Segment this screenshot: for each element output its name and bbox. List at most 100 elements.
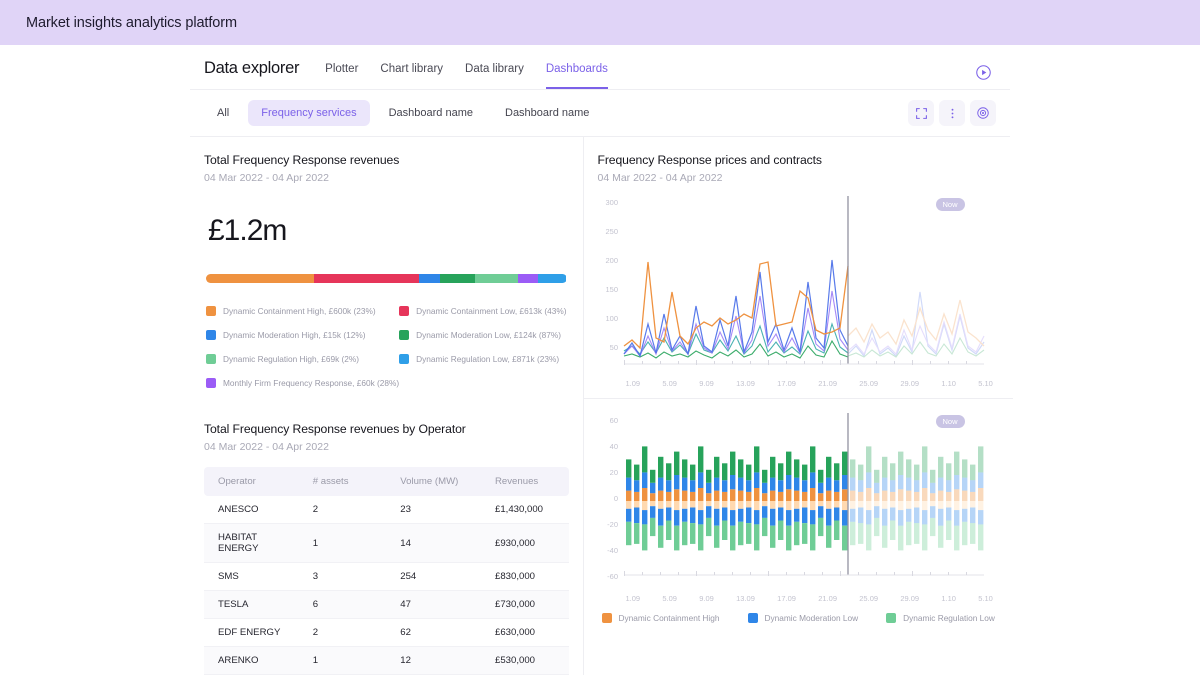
bar-segment bbox=[737, 459, 743, 478]
bar-segment bbox=[649, 517, 655, 537]
bar-segment bbox=[753, 510, 759, 525]
target-button[interactable] bbox=[970, 100, 996, 126]
table-row[interactable]: SMS 3 254 £830,000 bbox=[204, 562, 569, 591]
more-menu-button[interactable] bbox=[939, 100, 965, 126]
bar-segment bbox=[825, 508, 831, 526]
page-title: Data explorer bbox=[204, 59, 300, 77]
bar-segment bbox=[897, 525, 903, 551]
bar-segment bbox=[977, 488, 983, 501]
bar-segment bbox=[625, 490, 631, 501]
cell-assets: 6 bbox=[298, 590, 387, 619]
filter-chips: All Frequency services Dashboard name Da… bbox=[204, 100, 602, 126]
bar-segment bbox=[681, 521, 687, 546]
cell-volume: 47 bbox=[386, 590, 481, 619]
table-row[interactable]: EDF ENERGY 2 62 £630,000 bbox=[204, 618, 569, 647]
table-header-row: Operator # assets Volume (MW) Revenues bbox=[204, 467, 569, 496]
bar-segment bbox=[865, 446, 871, 473]
bar-segment bbox=[713, 508, 719, 526]
bar-legend-label-dc-high: Dynamic Containment High bbox=[618, 613, 720, 623]
panel-header: Data explorer Plotter Chart library Data… bbox=[190, 45, 1010, 89]
bar-segment bbox=[953, 501, 959, 511]
xtick: 5.09 bbox=[662, 594, 677, 603]
bar-segment bbox=[945, 507, 951, 521]
tab-dashboards[interactable]: Dashboards bbox=[545, 63, 608, 89]
bar-segment bbox=[721, 463, 727, 481]
bar-segment bbox=[769, 456, 775, 478]
bar-segment bbox=[849, 521, 855, 546]
bar-segment bbox=[761, 469, 767, 483]
bar-segment bbox=[729, 525, 735, 551]
fullscreen-button[interactable] bbox=[908, 100, 934, 126]
chip-dashboard-name-2[interactable]: Dashboard name bbox=[492, 100, 602, 126]
bar-segment bbox=[825, 490, 831, 501]
cell-assets: 2 bbox=[298, 496, 387, 524]
bar-chart-x-axis: 1.09 5.09 9.09 13.09 17.09 21.09 25.09 2… bbox=[598, 594, 999, 603]
legend-swatch-dc-low bbox=[399, 306, 410, 316]
bar-segment bbox=[665, 480, 671, 492]
tab-chart-library[interactable]: Chart library bbox=[380, 63, 443, 89]
cell-assets: 3 bbox=[298, 562, 387, 591]
chip-frequency-services[interactable]: Frequency services bbox=[248, 100, 370, 126]
bar-segment bbox=[873, 493, 879, 501]
bar-segment bbox=[833, 463, 839, 481]
bar-segment bbox=[657, 490, 663, 501]
bar-segment bbox=[641, 524, 647, 551]
tab-data-library[interactable]: Data library bbox=[465, 63, 524, 89]
xtick: 17.09 bbox=[777, 379, 796, 388]
bar-segment bbox=[641, 488, 647, 501]
cell-operator: TESLA bbox=[204, 590, 299, 619]
tab-plotter[interactable]: Plotter bbox=[325, 63, 358, 89]
bar-segment bbox=[905, 490, 911, 501]
svg-text:20: 20 bbox=[609, 468, 617, 477]
bar-segment bbox=[817, 501, 823, 507]
bar-segment bbox=[769, 501, 775, 509]
bar-segment bbox=[809, 472, 815, 488]
bar-segment bbox=[785, 525, 791, 551]
bar-segment bbox=[721, 507, 727, 521]
bar-segment bbox=[649, 501, 655, 507]
bar-legend-item-dr-low: Dynamic Regulation Low bbox=[886, 613, 995, 623]
bar-segment bbox=[897, 501, 903, 511]
bar-segment bbox=[945, 491, 951, 501]
bar-segment bbox=[745, 491, 751, 501]
chip-all[interactable]: All bbox=[204, 100, 242, 126]
bar-segment bbox=[649, 482, 655, 494]
bar-segment bbox=[841, 501, 847, 511]
bar-segment bbox=[865, 510, 871, 525]
bar-segment bbox=[801, 523, 807, 544]
bar-segment bbox=[785, 451, 791, 475]
contracts-bar-chart[interactable]: 60 40 20 0 -20 -40 -60 bbox=[598, 413, 988, 591]
xtick: 1.10 bbox=[941, 379, 956, 388]
prices-line-chart[interactable]: 300 250 200 150 100 50 bbox=[598, 196, 988, 376]
revenue-legend: Dynamic Containment High, £600k (23%) Dy… bbox=[204, 306, 569, 388]
stack-segment-dm-low bbox=[440, 274, 475, 283]
bar-segment bbox=[673, 489, 679, 501]
bar-segment bbox=[697, 488, 703, 501]
table-row[interactable]: TESLA 6 47 £730,000 bbox=[204, 590, 569, 619]
chip-dashboard-name-1[interactable]: Dashboard name bbox=[376, 100, 486, 126]
table-row[interactable]: HABITAT ENERGY 1 14 £930,000 bbox=[204, 523, 569, 563]
legend-swatch-dr-high bbox=[206, 354, 216, 364]
bar-segment bbox=[689, 464, 695, 481]
table-row[interactable]: ANESCO 2 23 £1,430,000 bbox=[204, 496, 569, 524]
bar-segment bbox=[961, 490, 967, 501]
bar-segment bbox=[641, 446, 647, 473]
table-row[interactable]: ARENKO 1 12 £530,000 bbox=[204, 646, 569, 675]
bar-segment bbox=[705, 517, 711, 537]
bar-segment bbox=[825, 456, 831, 478]
target-icon bbox=[977, 107, 989, 119]
bar-segment bbox=[881, 490, 887, 501]
bar-segment bbox=[905, 521, 911, 546]
bar-segment bbox=[937, 477, 943, 491]
bar-chart-wrapper: Now 60 40 20 0 -20 -40 -60 1.09 5.09 9.0… bbox=[598, 413, 999, 603]
bar-segment bbox=[969, 480, 975, 492]
bar-segment bbox=[913, 464, 919, 481]
play-circle-button[interactable] bbox=[970, 59, 996, 85]
legend-item-dr-low: Dynamic Regulation Low, £871k (23%) bbox=[399, 354, 566, 364]
bar-segment bbox=[921, 472, 927, 488]
xtick: 13.09 bbox=[736, 379, 755, 388]
bar-segment bbox=[849, 508, 855, 522]
bar-segment bbox=[881, 525, 887, 548]
bar-segment bbox=[897, 451, 903, 475]
bar-segment bbox=[657, 477, 663, 491]
